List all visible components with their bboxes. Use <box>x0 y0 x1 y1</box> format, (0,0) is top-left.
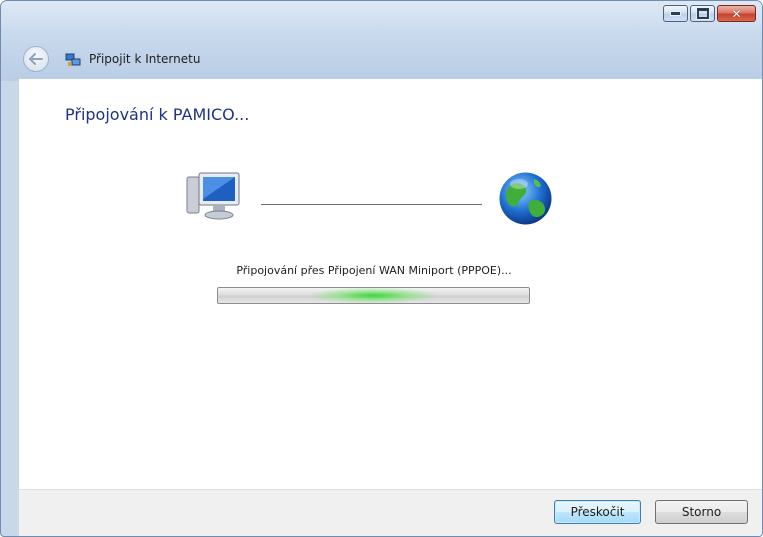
network-connection-icon <box>65 53 81 66</box>
maximize-icon <box>696 8 709 19</box>
window-title: Připojit k Internetu <box>89 52 201 66</box>
connection-line <box>261 204 482 205</box>
progress-indicator <box>311 288 436 303</box>
arrow-left-icon <box>29 53 43 65</box>
minimize-button[interactable] <box>663 5 688 22</box>
content-area: Připojování k PAMICO... Připojování přes… <box>19 79 762 489</box>
button-bar: Přeskočit Storno <box>19 489 762 536</box>
status-text: Připojování přes Připojení WAN Miniport … <box>236 264 512 277</box>
page-title: Připojování k PAMICO... <box>65 105 250 124</box>
maximize-button[interactable] <box>690 5 715 22</box>
minimize-icon <box>670 11 681 16</box>
close-button[interactable]: ✕ <box>717 5 756 22</box>
skip-button[interactable]: Přeskočit <box>554 500 641 524</box>
progress-bar <box>217 287 530 304</box>
caption-buttons: ✕ <box>663 5 756 22</box>
computer-icon <box>186 172 240 220</box>
close-icon: ✕ <box>731 6 742 21</box>
back-button[interactable] <box>23 46 49 72</box>
title-bar[interactable] <box>1 1 762 81</box>
globe-icon <box>499 172 552 225</box>
cancel-button[interactable]: Storno <box>655 500 748 524</box>
dialog-window: ✕ Připojit k Internetu Připojování k PAM… <box>0 0 763 537</box>
